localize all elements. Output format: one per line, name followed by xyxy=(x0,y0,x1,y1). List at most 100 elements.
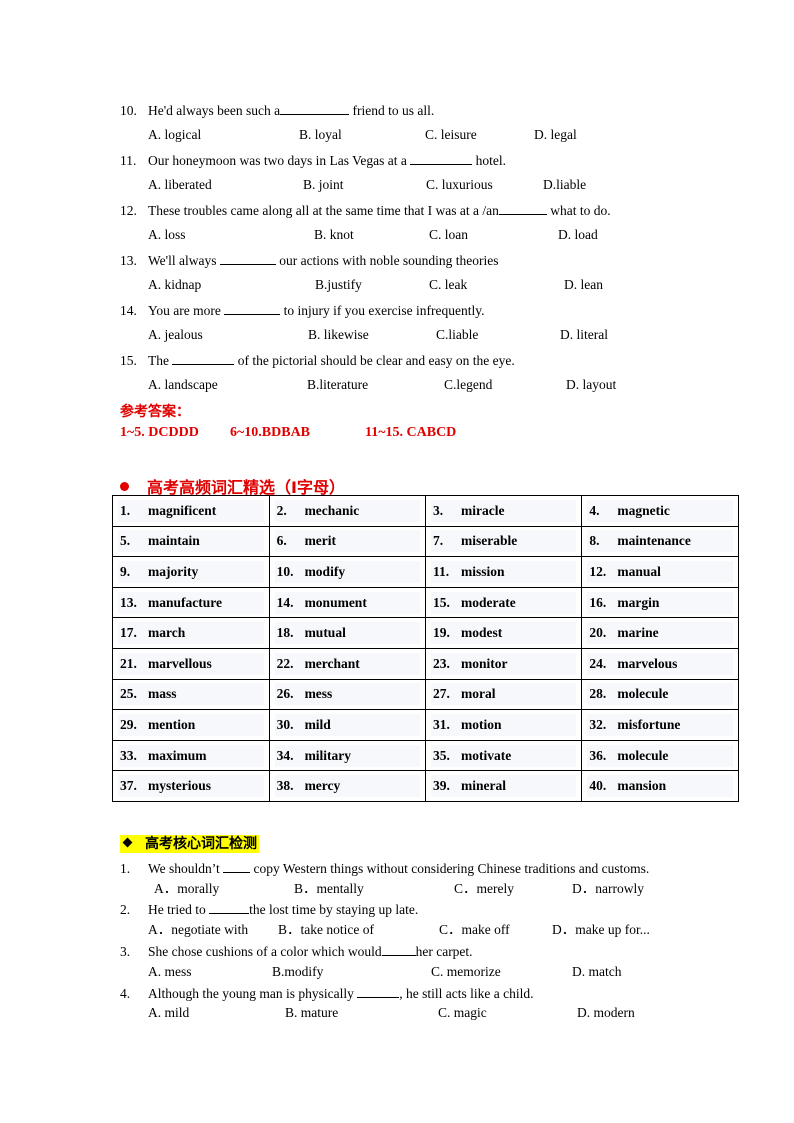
option-d: D. layout xyxy=(566,377,617,392)
vocab-word: monitor xyxy=(461,655,508,671)
answer-group-2: 6~10.BDBAB xyxy=(230,425,311,440)
vocab-number: 40. xyxy=(589,778,607,794)
vocab-cell: 35. motivate xyxy=(425,739,583,772)
vocab-entry: 38. mercy xyxy=(274,775,421,798)
vocab-entry: 8. maintenance xyxy=(587,530,733,553)
vocab-cell: 13. manufacture xyxy=(112,586,270,619)
vocab-word: military xyxy=(304,747,352,763)
core-options-2: A．negotiate with B．take notice of C．make… xyxy=(148,922,748,938)
vocab-entry: 35. motivate xyxy=(431,744,577,767)
option-c: C．merely xyxy=(454,881,514,896)
vocab-word: motivate xyxy=(461,747,512,763)
vocab-number: 18. xyxy=(276,625,294,641)
vocab-entry: 23. monitor xyxy=(431,652,577,675)
vocab-word: marvelous xyxy=(617,655,678,671)
vocab-entry: 15. moderate xyxy=(431,591,577,614)
question-text: The xyxy=(148,353,173,368)
options-15: A. landscape B.literature C.legend D. la… xyxy=(148,377,748,393)
vocab-table: 1. magnificent 2. mechanic 3. miracle 4. magnet… xyxy=(112,495,739,802)
vocab-number: 29. xyxy=(120,716,137,732)
question-text: Although the young man is physically xyxy=(148,986,358,1001)
answer-blank xyxy=(280,102,350,115)
vocab-entry: 33. maximum xyxy=(118,744,264,767)
vocab-row: 9. majority 10. modify 11. mission 12. manual xyxy=(112,556,739,588)
vocab-number: 23. xyxy=(433,655,450,671)
vocab-number: 11. xyxy=(433,563,450,579)
vocab-word: marine xyxy=(617,625,659,641)
vocab-word: march xyxy=(148,625,186,641)
vocab-entry: 31. motion xyxy=(431,713,577,736)
vocab-cell: 14. monument xyxy=(268,586,427,619)
vocab-cell: 9. majority xyxy=(112,556,270,588)
vocab-number: 28. xyxy=(589,686,607,702)
vocab-word: molecule xyxy=(617,747,669,763)
vocab-number: 22. xyxy=(276,655,294,671)
option-b: B. knot xyxy=(314,227,354,242)
answer-key-title: 参考答案： xyxy=(120,404,190,420)
vocab-number: 31. xyxy=(433,716,450,732)
vocab-entry: 32. misfortune xyxy=(587,713,733,736)
option-b: B. loyal xyxy=(299,127,342,142)
vocab-entry: 1. magnificent xyxy=(118,499,264,522)
vocab-word: monument xyxy=(304,594,367,610)
question-text: We shouldn’t xyxy=(148,861,224,876)
options-13: A. kidnap B.justify C. leak D. lean xyxy=(148,277,748,293)
vocab-entry: 19. modest xyxy=(431,622,577,645)
vocab-entry: 16. margin xyxy=(587,591,733,614)
answer-blank xyxy=(498,202,547,215)
vocab-word: moral xyxy=(461,686,496,702)
vocab-cell: 24. marvelous xyxy=(581,647,739,680)
vocab-word: mild xyxy=(304,716,331,732)
question-13: 13. We'll always our actions with noble s… xyxy=(120,252,499,269)
question-14: 14. You are more to injury if you exercis… xyxy=(120,302,484,319)
core-section-heading: 高考核心词汇检测 xyxy=(120,835,259,853)
option-b: B．mentally xyxy=(294,881,364,896)
vocab-cell: 12. manual xyxy=(581,556,739,588)
option-c: C．make off xyxy=(439,922,510,937)
vocab-number: 3. xyxy=(433,502,444,518)
vocab-word: mineral xyxy=(461,778,507,794)
vocab-cell: 29. mention xyxy=(112,709,270,741)
vocab-word: mutual xyxy=(304,625,346,641)
question-10: 10. He'd always been such a friend to us … xyxy=(120,102,434,119)
vocab-cell: 39. mineral xyxy=(425,770,583,802)
option-c: C.liable xyxy=(436,327,479,342)
vocab-word: merchant xyxy=(304,655,360,671)
vocab-cell: 36. molecule xyxy=(581,739,739,772)
option-c: C. leak xyxy=(429,277,468,292)
options-10: A. logical B. loyal C. leisure D. legal xyxy=(148,127,748,143)
vocab-cell: 10. modify xyxy=(268,556,427,588)
answer-blank xyxy=(219,252,276,265)
core-options-3: A. mess B.modify C. memorize D. match xyxy=(148,964,748,980)
option-d: D. lean xyxy=(564,277,603,292)
option-a: A. logical xyxy=(148,127,202,142)
vocab-entry: 37. mysterious xyxy=(118,775,264,798)
vocab-row: 37. mysterious 38. mercy 39. mineral 40. mansio… xyxy=(112,770,739,802)
vocab-cell: 28. molecule xyxy=(581,678,739,711)
vocab-cell: 30. mild xyxy=(268,709,427,741)
vocab-word: maintain xyxy=(148,533,200,549)
core-question-3: 3. She chose cushions of a color which wo… xyxy=(120,943,473,960)
option-c: C. memorize xyxy=(431,964,501,979)
option-d: D．narrowly xyxy=(572,881,644,896)
vocab-word: manufacture xyxy=(148,594,222,610)
vocab-row: 21. marvellous 22. merchant 23. monitor 24. mar… xyxy=(112,647,739,680)
vocab-word: merit xyxy=(304,533,337,549)
vocab-word: mysterious xyxy=(148,778,211,794)
core-question-4: 4. Although the young man is physically ,… xyxy=(120,985,533,1002)
vocab-cell: 32. misfortune xyxy=(581,709,739,741)
question-text: We'll always xyxy=(148,253,220,268)
vocab-cell: 34. military xyxy=(268,739,427,772)
question-number: 2. xyxy=(120,902,131,917)
option-c: C.legend xyxy=(444,377,493,392)
question-text: Our honeymoon was two days in Las Vegas … xyxy=(148,153,411,168)
vocab-entry: 20. marine xyxy=(587,622,733,645)
question-number: 13. xyxy=(120,253,137,268)
question-text: of the pictorial should be clear and eas… xyxy=(234,353,515,368)
option-a: A. landscape xyxy=(148,377,218,392)
option-d: D．make up for... xyxy=(552,922,650,937)
vocab-entry: 10. modify xyxy=(274,560,421,583)
answer-group-3: 11~15. CABCD xyxy=(365,425,457,440)
question-text: hotel. xyxy=(472,153,506,168)
option-b: B.literature xyxy=(307,377,369,392)
